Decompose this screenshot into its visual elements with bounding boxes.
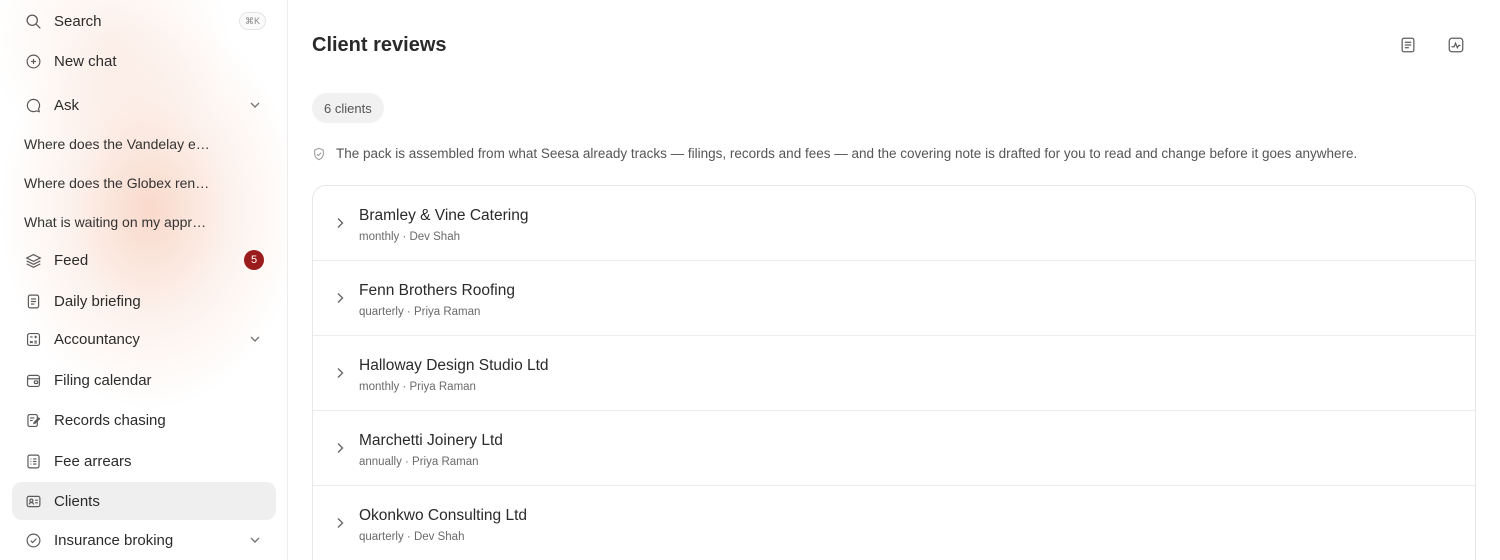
sidebar-filing-calendar[interactable]: Filing calendar bbox=[12, 361, 276, 399]
client-name: Marchetti Joinery Ltd bbox=[359, 432, 503, 449]
client-row[interactable]: Fenn Brothers Roofing quarterly · Priya … bbox=[313, 261, 1475, 336]
list-icon bbox=[24, 452, 42, 470]
calculator-icon bbox=[24, 330, 42, 348]
chevron-down-icon[interactable] bbox=[248, 332, 262, 346]
chat-bubble-icon bbox=[24, 96, 42, 114]
client-row[interactable]: Okonkwo Consulting Ltd quarterly · Dev S… bbox=[313, 486, 1475, 560]
shield-check-icon bbox=[24, 531, 42, 549]
client-name: Okonkwo Consulting Ltd bbox=[359, 507, 528, 524]
sidebar-search[interactable]: Search ⌘K bbox=[12, 2, 276, 40]
plus-circle-icon bbox=[24, 52, 42, 70]
sidebar-filing-calendar-label: Filing calendar bbox=[54, 371, 152, 389]
client-meta: annually · Priya Raman bbox=[359, 456, 479, 468]
document-icon bbox=[24, 292, 42, 310]
layers-icon bbox=[24, 251, 42, 269]
client-meta: quarterly · Priya Raman bbox=[359, 306, 481, 318]
sidebar-insurance-broking[interactable]: Insurance broking bbox=[12, 521, 276, 559]
client-meta: monthly · Priya Raman bbox=[359, 381, 476, 393]
client-name: Halloway Design Studio Ltd bbox=[359, 357, 549, 374]
sidebar-clients-label: Clients bbox=[54, 492, 100, 510]
chat-history-item[interactable]: What is waiting on my approval? bbox=[24, 214, 210, 230]
search-shortcut: ⌘K bbox=[238, 12, 266, 30]
main-content: Client reviews 6 clients The pack is ass… bbox=[289, 0, 1500, 560]
sidebar-daily-briefing[interactable]: Daily briefing bbox=[12, 282, 276, 320]
sidebar-ask[interactable]: Ask bbox=[12, 86, 276, 124]
chevron-down-icon[interactable] bbox=[248, 98, 262, 112]
chat-history-item[interactable]: Where does the Vandelay engagement stand… bbox=[24, 136, 210, 152]
client-name: Fenn Brothers Roofing bbox=[359, 282, 515, 299]
sidebar-fee-arrears[interactable]: Fee arrears bbox=[12, 442, 276, 480]
id-card-icon bbox=[24, 492, 42, 510]
client-meta: monthly · Dev Shah bbox=[359, 231, 460, 243]
info-note: The pack is assembled from what Seesa al… bbox=[312, 146, 1357, 161]
sidebar-accountancy[interactable]: Accountancy bbox=[12, 320, 276, 358]
sidebar-insurance-broking-label: Insurance broking bbox=[54, 531, 174, 549]
chevron-right-icon[interactable] bbox=[333, 216, 347, 230]
info-note-text: The pack is assembled from what Seesa al… bbox=[336, 146, 1358, 161]
sidebar-records-chasing-label: Records chasing bbox=[54, 411, 166, 429]
activity-icon[interactable] bbox=[1446, 35, 1466, 55]
sidebar-accountancy-label: Accountancy bbox=[54, 330, 140, 348]
chevron-right-icon[interactable] bbox=[333, 516, 347, 530]
sidebar-new-chat[interactable]: New chat bbox=[12, 42, 276, 80]
chevron-down-icon[interactable] bbox=[248, 533, 262, 547]
client-name: Bramley & Vine Catering bbox=[359, 207, 529, 224]
chat-history-item[interactable]: Where does the Globex renewal stand? bbox=[24, 175, 210, 191]
client-row[interactable]: Bramley & Vine Catering monthly · Dev Sh… bbox=[313, 186, 1475, 261]
client-row[interactable]: Marchetti Joinery Ltd annually · Priya R… bbox=[313, 411, 1475, 486]
sidebar-ask-label: Ask bbox=[54, 96, 80, 114]
shield-check-icon bbox=[312, 147, 326, 161]
search-icon bbox=[24, 12, 42, 30]
client-list: Bramley & Vine Catering monthly · Dev Sh… bbox=[312, 185, 1476, 560]
sidebar-clients[interactable]: Clients bbox=[12, 482, 276, 520]
chevron-right-icon[interactable] bbox=[333, 366, 347, 380]
page-title: Client reviews bbox=[312, 34, 447, 56]
sidebar-fee-arrears-label: Fee arrears bbox=[54, 452, 132, 470]
sidebar-daily-briefing-label: Daily briefing bbox=[54, 292, 141, 310]
client-count-pill: 6 clients bbox=[312, 93, 384, 123]
sidebar-new-chat-label: New chat bbox=[54, 52, 117, 70]
chevron-right-icon[interactable] bbox=[333, 441, 347, 455]
sidebar-records-chasing[interactable]: Records chasing bbox=[12, 401, 276, 439]
feed-count-badge: 5 bbox=[244, 250, 264, 270]
client-row[interactable]: Halloway Design Studio Ltd monthly · Pri… bbox=[313, 336, 1475, 411]
sidebar: Search ⌘K New chat Ask Where does the Va… bbox=[0, 0, 288, 560]
edit-document-icon bbox=[24, 411, 42, 429]
sidebar-feed[interactable]: Feed 5 bbox=[12, 241, 276, 279]
notes-icon[interactable] bbox=[1398, 35, 1418, 55]
client-meta: quarterly · Dev Shah bbox=[359, 531, 465, 543]
wallet-icon bbox=[24, 371, 42, 389]
sidebar-search-label: Search bbox=[54, 12, 102, 30]
chevron-right-icon[interactable] bbox=[333, 291, 347, 305]
sidebar-feed-label: Feed bbox=[54, 251, 89, 269]
